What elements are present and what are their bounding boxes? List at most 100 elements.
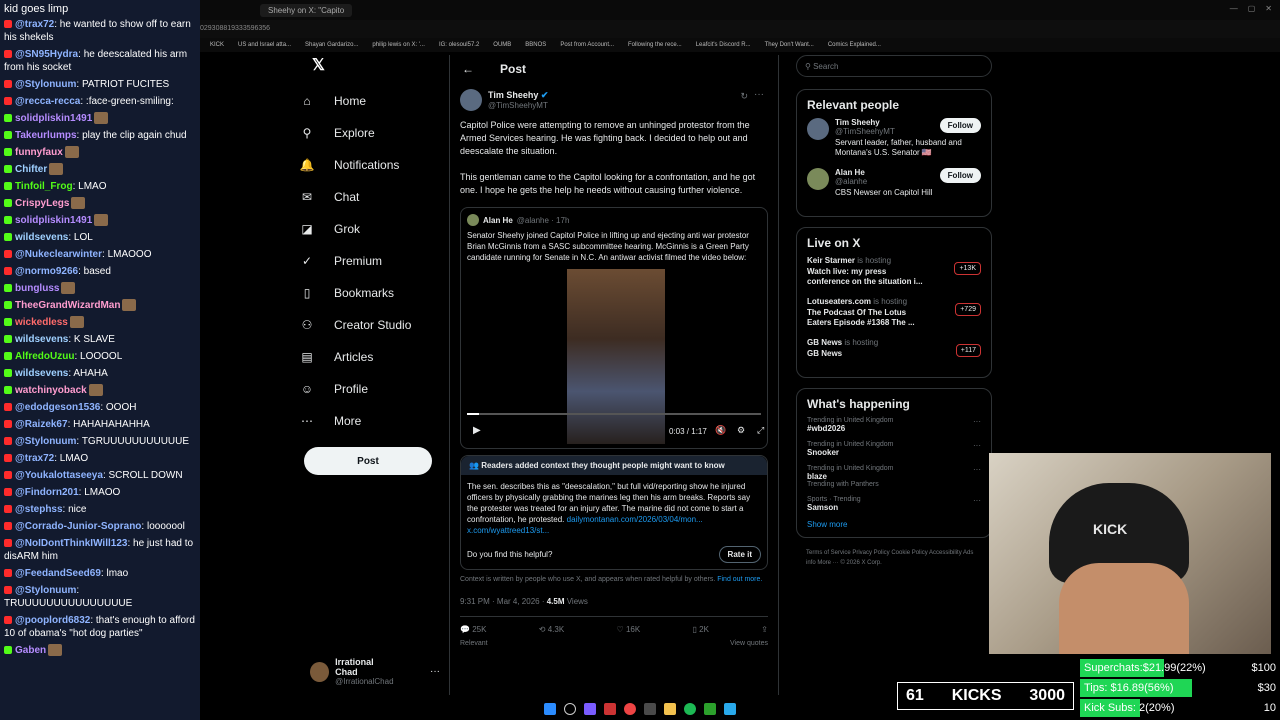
follow-button[interactable]: Follow [939,168,981,183]
nav-item-chat[interactable]: ✉ Chat [300,181,440,213]
trend-more-icon[interactable]: ··· [973,465,981,474]
person-row[interactable]: Alan He @alanhe CBS Newser on Capitol Hi… [807,168,981,198]
nav-item-bookmarks[interactable]: ▯ Bookmarks [300,277,440,309]
grok-icon[interactable]: ↻ [740,91,748,102]
volume-icon[interactable]: 🔇 [715,425,726,436]
nav-item-grok[interactable]: ◪ Grok [300,213,440,245]
telegram-icon[interactable] [724,703,736,715]
live-space-item[interactable]: GB News is hosting GB News +117 [807,338,981,359]
start-icon[interactable] [544,703,556,715]
heart-icon: ♡ [616,625,624,634]
maximize-icon[interactable]: ▢ [1248,4,1256,13]
compose-post-button[interactable]: Post [304,447,432,475]
rate-it-button[interactable]: Rate it [718,546,761,563]
nav-item-profile[interactable]: ☺ Profile [300,373,440,405]
more-dots-icon[interactable]: ··· [430,666,440,677]
trend-more-icon[interactable]: ··· [973,496,981,505]
trend-item[interactable]: Trending in United Kingdom #wbd2026 ··· [807,417,981,433]
app-icon-2[interactable] [644,703,656,715]
nav-item-more[interactable]: ⋯ More [300,405,440,437]
trend-item[interactable]: Trending in United Kingdom Snooker ··· [807,441,981,457]
quoted-post[interactable]: Alan He @alanhe · 17h Senator Sheehy joi… [460,207,768,449]
kick-icon [4,352,12,361]
x-logo-icon[interactable]: 𝕏 [312,55,440,75]
minimize-icon[interactable]: — [1230,4,1238,13]
youtube-icon [4,539,12,548]
back-arrow-icon[interactable]: ← [462,62,474,76]
post-header-title: Post [500,62,527,76]
trend-more-icon[interactable]: ··· [973,417,981,426]
articles-icon: ▤ [301,350,313,364]
post-more-icon[interactable]: ··· [754,89,764,100]
bookmark-item[interactable]: philip lewis on X: '... [372,42,425,48]
nav-item-premium[interactable]: ✓ Premium [300,245,440,277]
emote-icon [49,163,64,176]
play-icon[interactable]: ▶ [473,425,481,436]
note-people-icon: 👥 [469,461,479,470]
author-avatar[interactable] [460,89,482,111]
nav-item-articles[interactable]: ▤ Articles [300,341,440,373]
video-player[interactable]: ▶ 0:03 / 1:17 🔇 ⚙ ⤢ [467,269,764,444]
xbox-icon[interactable] [704,703,716,715]
person-row[interactable]: Tim Sheehy @TimSheehyMT Servant leader, … [807,118,981,158]
bookmark-item[interactable]: KICK [210,42,224,48]
trend-item[interactable]: Trending in United Kingdom blaze Trendin… [807,465,981,488]
chat-message: wildsevens: K SLAVE [0,331,200,348]
repost-button[interactable]: ⟲ 4.3K [539,625,564,634]
live-space-item[interactable]: Keir Starmer is hosting Watch live: my p… [807,256,981,287]
bookmark-item[interactable]: Shayan Gardarizo... [305,42,358,48]
bookmark-item[interactable]: US and Israel atta... [238,42,291,48]
live-space-item[interactable]: Lotuseaters.com is hosting The Podcast O… [807,297,981,328]
account-switcher[interactable]: Irrational Chad @IrrationalChad ··· [310,657,440,686]
spotify-icon[interactable] [684,703,696,715]
bookmark-item[interactable]: Comics Explained... [828,42,881,48]
show-more-link[interactable]: Show more [807,520,981,529]
youtube-icon [4,522,12,531]
trend-name: Snooker [807,448,840,457]
community-note: 👥 Readers added context they thought peo… [460,455,768,570]
share-icon[interactable]: ⇪ [761,625,768,634]
sidebar-footer[interactable]: Terms of Service Privacy Policy Cookie P… [796,548,992,568]
obs-icon[interactable] [604,703,616,715]
bookmark-item[interactable]: OUMB [493,42,511,48]
find-out-more-link[interactable]: Find out more. [717,576,762,583]
trend-more-icon[interactable]: ··· [973,441,981,450]
bookmark-item[interactable]: BBNOS [525,42,546,48]
video-scrubber[interactable] [467,413,761,415]
browser-url-bar[interactable]: 029308819333596356 [200,20,1280,38]
bookmark-item[interactable]: Post from Account... [560,42,614,48]
author-handle[interactable]: @TimSheehyMT [488,101,548,110]
like-button[interactable]: ♡ 16K [617,625,641,634]
bookmark-item[interactable]: IG: olesoul57.2 [439,42,479,48]
trend-item[interactable]: Sports · Trending Samson ··· [807,496,981,512]
bookmark-item[interactable]: Leafcit's Discord R... [696,42,751,48]
folder-icon[interactable] [664,703,676,715]
cap-logo: KICK [1093,521,1128,537]
browser-tab[interactable]: Sheehy on X: "Capito [260,4,353,17]
nav-item-notifications[interactable]: 🔔 Notifications [300,149,440,181]
nav-item-creator-studio[interactable]: ⚇ Creator Studio [300,309,440,341]
youtube-icon [4,97,12,106]
reply-button[interactable]: 💬 25K [460,625,486,634]
nav-item-explore[interactable]: ⚲ Explore [300,117,440,149]
home-icon: ⌂ [303,94,311,108]
post-meta: 9:31 PM · Mar 4, 2026 · 4.5M Views [460,597,588,606]
bookmark-item[interactable]: They Don't Want... [765,42,814,48]
settings-icon[interactable]: ⚙ [737,425,745,436]
bookmark-icon: ▯ [303,286,311,300]
youtube-icon [4,50,12,59]
bookmark-button[interactable]: ▯ 2K [693,625,709,634]
view-quotes-link[interactable]: View quotes [730,640,768,647]
close-icon[interactable]: ✕ [1265,4,1272,13]
bookmark-item[interactable]: Following the rece... [628,42,682,48]
nav-item-home[interactable]: ⌂ Home [300,85,440,117]
fullscreen-icon[interactable]: ⤢ [757,425,764,436]
sort-relevant[interactable]: Relevant [460,640,488,647]
quote-author: Alan He [483,215,513,225]
follow-button[interactable]: Follow [939,118,981,133]
search-input[interactable]: ⚲ Search [796,55,992,77]
app-icon[interactable] [584,703,596,715]
author-name[interactable]: Tim Sheehy [488,90,538,100]
taskbar-search-icon[interactable] [564,703,576,715]
chrome-icon[interactable] [624,703,636,715]
